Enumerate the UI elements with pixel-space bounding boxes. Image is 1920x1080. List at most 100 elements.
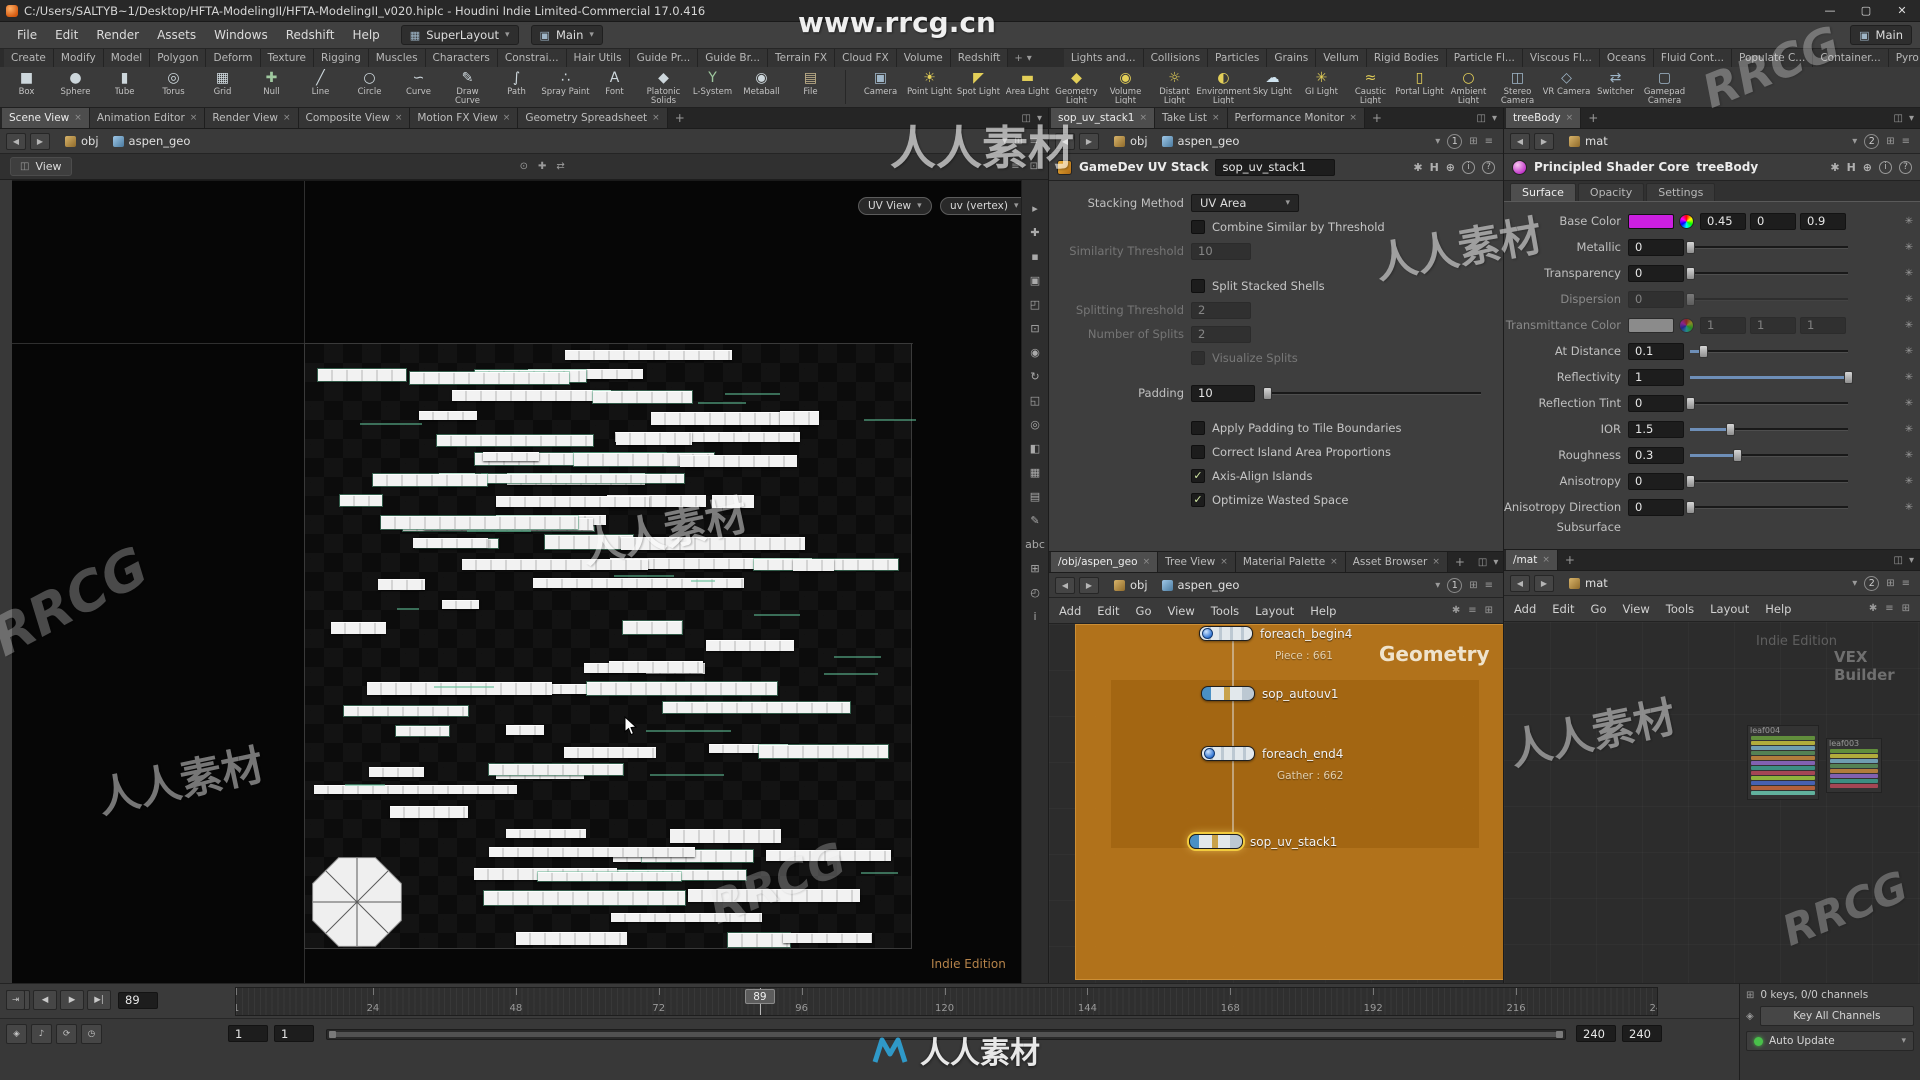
parm-menu-icon[interactable]: ✳ [1902,502,1916,513]
pathbar-pin-icon[interactable]: ⊞ [1886,136,1894,147]
netmenu-add[interactable]: Add [1514,602,1536,616]
shelf-tab-model[interactable]: Model [104,49,151,67]
network-node-sop-autouv1[interactable]: sop_autouv1 [1201,686,1339,701]
chevron-down-icon[interactable]: ▾ [1852,136,1857,147]
chevron-down-icon[interactable]: ▾ [1909,555,1914,566]
snap-icon[interactable]: ⊙ [520,161,528,172]
nav-forward-button[interactable]: ▶ [1079,133,1099,150]
pane-link-badge[interactable]: 1 [1447,578,1462,593]
search-icon[interactable]: ⊕ [1446,161,1455,174]
view-tab[interactable]: ◫ View [10,157,72,176]
tab-treebody[interactable]: treeBody× [1506,108,1581,128]
tab-close-icon[interactable]: × [1139,113,1147,123]
tab-close-icon[interactable]: × [503,113,511,123]
search-icon[interactable]: ⊕ [1863,161,1872,174]
netmenu-add[interactable]: Add [1059,604,1081,618]
shelf-tool-caustic-light[interactable]: ≈Caustic Light [1346,67,1395,107]
pane-list-icon[interactable]: ≡ [1011,161,1019,172]
nav-back-button[interactable]: ◀ [1055,133,1075,150]
pane-split-icon[interactable]: ◫ [1477,113,1486,124]
parm-field-ior[interactable]: 1.5 [1628,421,1684,438]
color-wheel-icon[interactable] [1679,318,1694,333]
shelf-tab-polygon[interactable]: Polygon [150,49,206,67]
shelf-tool-distant-light[interactable]: ☼Distant Light [1150,67,1199,107]
tab-take-list[interactable]: Take List× [1155,108,1228,128]
chevron-down-icon[interactable]: ▾ [1909,113,1914,124]
parm-menu-icon[interactable]: ✳ [1902,398,1916,409]
new-pane-tab-button[interactable]: + [668,108,692,128]
shelf-tab-fluid-cont[interactable]: Fluid Cont... [1654,49,1732,67]
shelf-tab-redshift[interactable]: Redshift [951,49,1009,67]
gear-icon[interactable]: ✱ [1830,161,1839,174]
folder-tab-surface[interactable]: Surface [1510,183,1576,201]
shelf-tool-camera[interactable]: ▣Camera [856,67,905,107]
shelf-tool-torus[interactable]: ◎Torus [149,67,198,107]
parm-field-anisotropy-direction[interactable]: 0 [1628,499,1684,516]
slider-handle[interactable] [1686,241,1695,254]
houdini-jump-icon[interactable]: H [1847,161,1856,174]
timeline-ruler[interactable]: 12448729612014416819221624089 [235,987,1658,1016]
info-icon[interactable]: i [1033,610,1036,623]
shelf-tab-muscles[interactable]: Muscles [369,49,426,67]
slider-handle[interactable] [1699,345,1708,358]
tab-motion-fx-view[interactable]: Motion FX View× [410,108,518,128]
chevron-down-icon[interactable]: ▾ [1435,136,1440,147]
shelf-tab-particles[interactable]: Particles [1208,49,1267,67]
parm-slider-ior[interactable] [1690,422,1848,437]
pathbar-list-icon[interactable]: ≡ [1902,136,1910,147]
shelf-tab-terrain-fx[interactable]: Terrain FX [768,49,835,67]
shelf-tab-pyro-fx[interactable]: Pyro FX [1889,49,1920,67]
playback-start-field[interactable]: 1 [274,1025,314,1042]
chevron-down-icon[interactable]: ▾ [1852,578,1857,589]
key-all-channels-button[interactable]: Key All Channels [1760,1006,1914,1026]
chevron-down-icon[interactable]: ▾ [1027,53,1032,64]
slider-handle[interactable] [1686,501,1695,514]
shelf-tool-ambient-light[interactable]: ○Ambient Light [1444,67,1493,107]
shelf-tool-volume-light[interactable]: ◉Volume Light [1101,67,1150,107]
add-shelf-icon[interactable]: + [1014,53,1022,64]
play-button[interactable]: ▶ [60,990,84,1010]
field-number-of-splits[interactable]: 2 [1191,326,1251,343]
nav-forward-button[interactable]: ▶ [1534,575,1554,592]
path-segment-mat[interactable]: mat [1562,576,1615,590]
chevron-down-icon[interactable]: ▾ [1002,136,1007,147]
shelf-tool-sphere[interactable]: ●Sphere [51,67,100,107]
houdini-jump-icon[interactable]: H [1430,161,1439,174]
nav-forward-button[interactable]: ▶ [1079,577,1099,594]
tab-close-icon[interactable]: × [190,113,198,123]
pathbar-list-icon[interactable]: ≡ [1030,136,1038,147]
list-icon[interactable]: ≡ [1468,605,1476,616]
checkbox-optimize-wasted-space[interactable]: ✓ [1191,493,1205,507]
gear-icon[interactable]: ✱ [1413,161,1422,174]
path-segment-obj[interactable]: obj [1107,578,1155,592]
shader-name[interactable]: treeBody [1696,160,1758,174]
tab-close-icon[interactable]: × [1542,555,1550,565]
parm-menu-icon[interactable]: ✳ [1902,294,1916,305]
color-component-field[interactable]: 0.9 [1800,213,1846,230]
tab-render-view[interactable]: Render View× [205,108,298,128]
snapshot-icon[interactable]: ◉ [1030,346,1040,359]
parm-field-roughness[interactable]: 0.3 [1628,447,1684,464]
color-wheel-icon[interactable] [1679,214,1694,229]
pane-split-icon[interactable]: ◫ [1022,113,1031,124]
shelf-tab-vellum[interactable]: Vellum [1316,49,1367,67]
tab-close-icon[interactable]: × [1212,113,1220,123]
tab-close-icon[interactable]: × [652,113,660,123]
shelf-tool-spot-light[interactable]: ◤Spot Light [954,67,1003,107]
path-segment-aspen-geo[interactable]: aspen_geo [106,134,198,148]
shelf-tab-volume[interactable]: Volume [897,49,951,67]
shelf-tool-tube[interactable]: ▮Tube [100,67,149,107]
range-start-handle[interactable] [329,1031,336,1038]
pane-split-icon[interactable]: ◫ [1894,555,1903,566]
new-pane-tab-button[interactable]: + [1365,108,1389,128]
shelf-tab-lights-and[interactable]: Lights and... [1064,49,1144,67]
realtime-icon[interactable]: ◷ [81,1024,102,1044]
tab-composite-view[interactable]: Composite View× [299,108,411,128]
shelf-tool-portal-light[interactable]: ▯Portal Light [1395,67,1444,107]
help-icon[interactable]: ? [1482,161,1495,174]
parm-field-metallic[interactable]: 0 [1628,239,1684,256]
nav-back-button[interactable]: ◀ [6,133,26,150]
network-editor[interactable]: Geometry foreach_begin4Piece : 661sop_au… [1049,624,1503,983]
pathbar-list-icon[interactable]: ≡ [1485,580,1493,591]
help-icon[interactable]: ? [1899,161,1912,174]
